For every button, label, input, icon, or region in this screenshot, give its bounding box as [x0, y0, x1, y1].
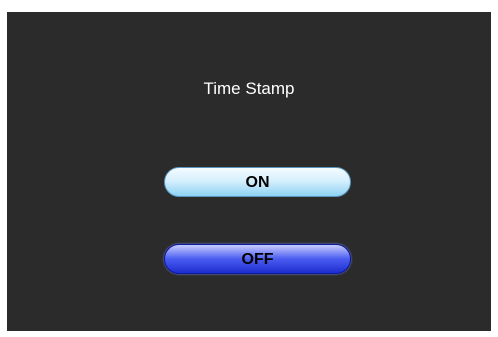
on-button[interactable]: ON	[164, 167, 351, 197]
time-stamp-screen: Time Stamp ON OFF	[7, 12, 491, 331]
page-title: Time Stamp	[203, 79, 295, 98]
off-button[interactable]: OFF	[164, 244, 351, 274]
